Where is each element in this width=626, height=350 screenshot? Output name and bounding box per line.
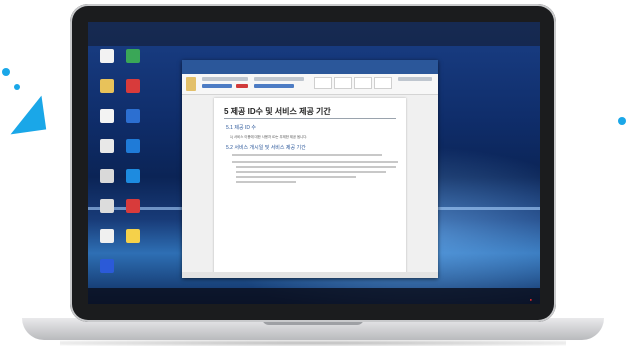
document-page[interactable]: 5 제공 ID수 및 서비스 제공 기간 5.1 제공 ID 수 1) 서비스 … [214, 98, 406, 276]
desktop-icon[interactable] [120, 78, 146, 106]
style-icon[interactable] [334, 77, 352, 89]
app-icon [100, 169, 114, 183]
remote-toolbar [88, 22, 540, 46]
app-icon [126, 109, 140, 123]
desktop-icon[interactable] [120, 48, 146, 76]
text-line [236, 171, 386, 173]
desktop-icon[interactable] [94, 108, 120, 136]
desktop-icon[interactable] [120, 198, 146, 226]
ribbon-control[interactable] [398, 77, 432, 81]
explorer-icon [100, 79, 114, 93]
decoration-arrow [5, 95, 47, 135]
ribbon-control[interactable] [254, 84, 294, 88]
decoration-dot [618, 117, 626, 125]
desktop-icon[interactable] [120, 108, 146, 136]
section-text: 1) 서비스 이용에 대한 사용자 ID는 무제한 제공 됩니다. [230, 135, 308, 139]
ribbon-control[interactable] [202, 84, 232, 88]
text-line [236, 176, 356, 178]
desktop-icon[interactable] [94, 228, 120, 256]
laptop-shadow [60, 340, 566, 346]
app-icon [100, 259, 114, 273]
text-line [236, 166, 396, 168]
tray-indicator[interactable]: ● [530, 297, 532, 302]
document-heading: 5 제공 ID수 및 서비스 제공 기간 [224, 107, 331, 116]
desktop-icon[interactable] [94, 168, 120, 196]
file-icon [100, 199, 114, 213]
text-line [232, 161, 398, 163]
text-line [232, 154, 382, 156]
app-icon [126, 199, 140, 213]
desktop-icon[interactable] [94, 48, 120, 76]
desktop-icon[interactable] [94, 258, 120, 286]
section-heading: 5.1 제공 ID 수 [226, 125, 256, 131]
decoration-dot [14, 84, 20, 90]
section-heading: 5.2 서비스 개시일 및 서비스 제공 기간 [226, 145, 306, 151]
ribbon [182, 74, 438, 95]
file-icon [100, 139, 114, 153]
heading-rule [224, 118, 396, 119]
file-icon [100, 49, 114, 63]
word-titlebar[interactable] [182, 60, 438, 68]
text-line [236, 181, 296, 183]
remote-icon [126, 79, 140, 93]
remote-icon [126, 139, 140, 153]
word-window[interactable]: 5 제공 ID수 및 서비스 제공 기간 5.1 제공 ID 수 1) 서비스 … [182, 60, 438, 278]
desktop-icon[interactable] [94, 138, 120, 166]
desktop-icon[interactable] [120, 168, 146, 196]
desktop-screen: 5 제공 ID수 및 서비스 제공 기간 5.1 제공 ID 수 1) 서비스 … [88, 22, 540, 304]
app-icon [126, 49, 140, 63]
status-bar [182, 272, 438, 278]
desktop-icon[interactable] [120, 138, 146, 166]
ribbon-control[interactable] [236, 84, 248, 88]
folder-icon [100, 109, 114, 123]
desktop-icon[interactable] [94, 198, 120, 226]
style-icon[interactable] [354, 77, 372, 89]
app-icon [126, 169, 140, 183]
ribbon-control[interactable] [254, 77, 304, 81]
style-icon[interactable] [314, 77, 332, 89]
file-icon [126, 229, 140, 243]
decoration-dot [2, 68, 10, 76]
desktop-icon[interactable] [94, 78, 120, 106]
paste-icon[interactable] [186, 77, 196, 91]
desktop-icon[interactable] [120, 228, 146, 256]
style-icon[interactable] [374, 77, 392, 89]
taskbar: ● [88, 288, 540, 304]
folder-icon [100, 229, 114, 243]
font-icon[interactable] [202, 77, 248, 81]
